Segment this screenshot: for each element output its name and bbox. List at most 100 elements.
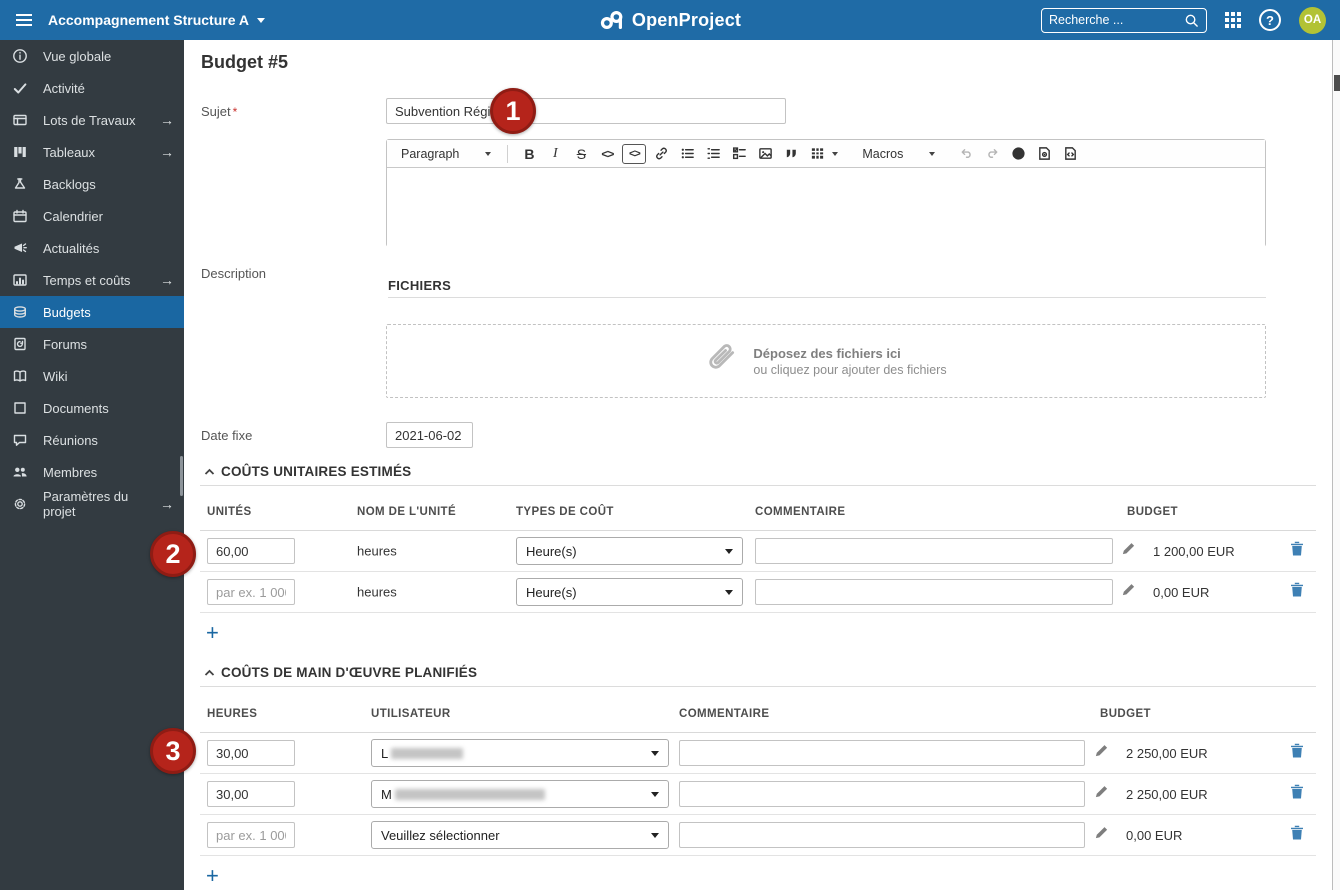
editor-toolbar: Paragraph B I S <> <> Macros ?	[387, 140, 1265, 168]
comment-input[interactable]	[679, 740, 1085, 766]
macros-dropdown[interactable]: Macros	[856, 145, 941, 163]
hamburger-menu-icon[interactable]	[0, 0, 48, 40]
edit-budget-pencil-icon[interactable]	[1121, 582, 1136, 602]
search-icon[interactable]	[1184, 13, 1199, 28]
add-unit-cost-button[interactable]: +	[200, 622, 219, 644]
editor-content-area[interactable]	[387, 168, 1265, 247]
edit-budget-pencil-icon[interactable]	[1094, 743, 1109, 763]
user-select[interactable]: M	[371, 780, 669, 808]
edit-budget-pencil-icon[interactable]	[1121, 541, 1136, 561]
labor-costs-section-header[interactable]: COÛTS DE MAIN D'ŒUVRE PLANIFIÉS	[204, 665, 477, 680]
annotation-badge-1: 1	[490, 88, 536, 134]
section-divider	[200, 485, 1316, 486]
submenu-arrow-icon[interactable]: →	[160, 112, 174, 128]
add-labor-cost-button[interactable]: +	[200, 865, 219, 887]
sidebar-item-membres[interactable]: Membres	[0, 456, 184, 488]
insert-image-button[interactable]	[754, 143, 776, 165]
delete-row-trash-icon[interactable]	[1290, 784, 1304, 805]
code-block-button[interactable]: <>	[622, 143, 647, 164]
todo-list-button[interactable]	[728, 143, 750, 165]
undo-button[interactable]	[955, 143, 977, 165]
apps-grid-icon[interactable]	[1225, 12, 1241, 28]
sidebar-item-temps-et-couts[interactable]: Temps et coûts →	[0, 264, 184, 296]
edit-budget-pencil-icon[interactable]	[1094, 784, 1109, 804]
select-caret-icon	[651, 832, 659, 838]
sidebar-item-wiki[interactable]: Wiki	[0, 360, 184, 392]
project-name[interactable]: Accompagnement Structure A	[48, 12, 249, 28]
sidebar-item-parametres-du-projet[interactable]: Paramètres du projet →	[0, 488, 184, 520]
units-input[interactable]	[207, 538, 295, 564]
user-avatar[interactable]: OA	[1299, 6, 1326, 34]
link-button[interactable]	[650, 143, 672, 165]
search-input[interactable]	[1049, 13, 1184, 27]
description-editor[interactable]: Paragraph B I S <> <> Macros ?	[386, 139, 1266, 247]
page-scrollbar-thumb[interactable]	[1334, 75, 1340, 91]
block-quote-button[interactable]	[780, 143, 802, 165]
sidebar-item-label: Lots de Travaux	[43, 112, 136, 128]
page-scrollbar[interactable]	[1332, 40, 1340, 890]
fixed-date-label: Date fixe	[201, 428, 253, 443]
comment-input[interactable]	[679, 822, 1085, 848]
labor-cost-row: Veuillez sélectionner 0,00 EUR	[200, 815, 1316, 856]
delete-row-trash-icon[interactable]	[1290, 582, 1304, 603]
comment-input[interactable]	[755, 579, 1113, 605]
strikethrough-button[interactable]: S	[570, 143, 592, 165]
editor-help-icon[interactable]: ?	[1007, 143, 1029, 165]
fixed-date-input[interactable]	[386, 422, 473, 448]
units-input[interactable]	[207, 579, 295, 605]
hours-input[interactable]	[207, 822, 295, 848]
redo-button[interactable]	[981, 143, 1003, 165]
sidebar-item-calendrier[interactable]: Calendrier	[0, 200, 184, 232]
sidebar-item-vue-globale[interactable]: Vue globale	[0, 40, 184, 72]
cost-type-select[interactable]: Heure(s)	[516, 578, 743, 606]
work-packages-icon	[12, 112, 28, 128]
sidebar-item-lots-de-travaux[interactable]: Lots de Travaux →	[0, 104, 184, 136]
project-dropdown-caret-icon[interactable]	[256, 17, 265, 23]
sidebar-item-backlogs[interactable]: Backlogs	[0, 168, 184, 200]
sidebar-item-tableaux[interactable]: Tableaux →	[0, 136, 184, 168]
sidebar-item-actualites[interactable]: Actualités	[0, 232, 184, 264]
sidebar-item-activite[interactable]: Activité	[0, 72, 184, 104]
sidebar-item-documents[interactable]: Documents	[0, 392, 184, 424]
numbered-list-button[interactable]	[702, 143, 724, 165]
sidebar-item-label: Documents	[43, 400, 109, 416]
insert-table-button[interactable]	[806, 143, 828, 165]
column-header-cost-type: TYPES DE COÛT	[516, 506, 614, 518]
sidebar-scrollbar[interactable]	[180, 456, 183, 496]
user-select[interactable]: Veuillez sélectionner	[371, 821, 669, 849]
unit-costs-section-header[interactable]: COÛTS UNITAIRES ESTIMÉS	[204, 464, 411, 479]
bulleted-list-button[interactable]	[676, 143, 698, 165]
submenu-arrow-icon[interactable]: →	[160, 496, 174, 512]
hours-input[interactable]	[207, 781, 295, 807]
delete-row-trash-icon[interactable]	[1290, 825, 1304, 846]
user-select[interactable]: L	[371, 739, 669, 767]
sidebar-item-budgets[interactable]: Budgets	[0, 296, 184, 328]
submenu-arrow-icon[interactable]: →	[160, 272, 174, 288]
source-view-button[interactable]	[1059, 143, 1081, 165]
help-icon[interactable]: ?	[1259, 9, 1281, 31]
cost-type-select[interactable]: Heure(s)	[516, 537, 743, 565]
bold-button[interactable]: B	[518, 143, 540, 165]
hours-input[interactable]	[207, 740, 295, 766]
unit-cost-row: heures Heure(s) 0,00 EUR	[200, 572, 1316, 613]
openproject-logo[interactable]: OpenProject	[599, 0, 741, 40]
sidebar-item-forums[interactable]: Forums	[0, 328, 184, 360]
global-search[interactable]	[1041, 7, 1207, 33]
column-header-budget: BUDGET	[1127, 506, 1178, 518]
comment-input[interactable]	[679, 781, 1085, 807]
italic-button[interactable]: I	[544, 143, 566, 165]
sidebar-item-reunions[interactable]: Réunions	[0, 424, 184, 456]
file-dropzone[interactable]: Déposez des fichiers ici ou cliquez pour…	[386, 324, 1266, 398]
comment-input[interactable]	[755, 538, 1113, 564]
delete-row-trash-icon[interactable]	[1290, 541, 1304, 562]
subject-input[interactable]	[386, 98, 786, 124]
table-dropdown-caret-icon[interactable]	[832, 151, 839, 156]
edit-budget-pencil-icon[interactable]	[1094, 825, 1109, 845]
preview-button[interactable]	[1033, 143, 1055, 165]
delete-row-trash-icon[interactable]	[1290, 743, 1304, 764]
submenu-arrow-icon[interactable]: →	[160, 144, 174, 160]
required-marker: *	[232, 105, 238, 119]
inline-code-button[interactable]: <>	[596, 143, 618, 165]
sidebar-item-label: Calendrier	[43, 208, 103, 224]
paragraph-format-dropdown[interactable]: Paragraph	[395, 145, 497, 163]
